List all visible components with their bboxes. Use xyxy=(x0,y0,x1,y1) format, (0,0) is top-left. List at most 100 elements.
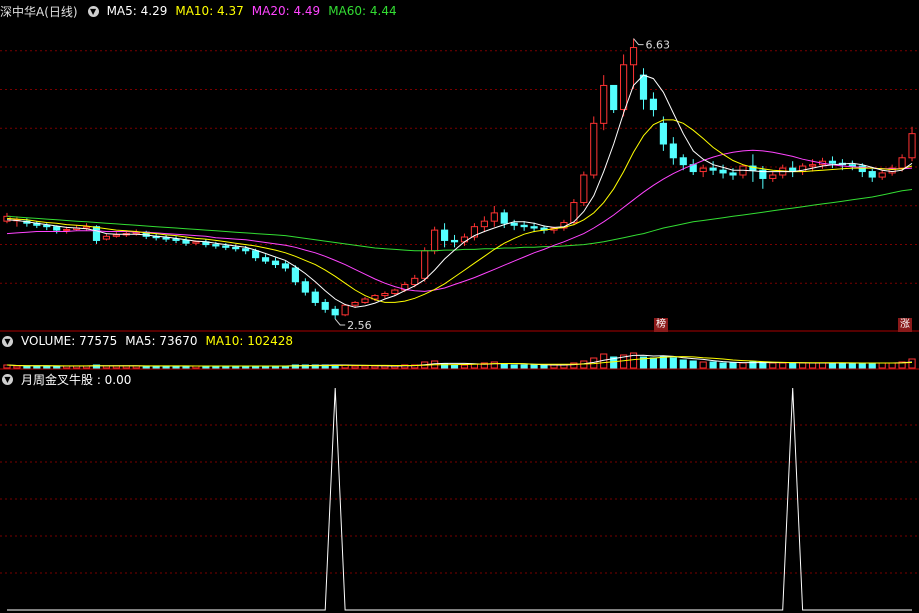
volume-bar xyxy=(828,362,837,369)
price-annotation: 6.63 xyxy=(646,39,671,52)
volume-bar xyxy=(460,364,469,369)
volume-bar xyxy=(669,357,677,369)
candle-body xyxy=(480,220,488,228)
candle-body xyxy=(649,98,658,111)
candle-body xyxy=(331,308,339,316)
candle-body xyxy=(242,248,250,252)
volume-bar xyxy=(838,362,846,369)
volume-bar xyxy=(689,360,697,369)
candle-body xyxy=(769,174,777,179)
candle-body xyxy=(381,292,389,297)
candle-body xyxy=(848,164,856,167)
candle-body xyxy=(291,267,299,283)
candle-body xyxy=(281,263,290,269)
candle-body xyxy=(699,167,707,173)
volume-bar xyxy=(351,365,359,369)
volume-bar xyxy=(858,362,866,369)
candle-body xyxy=(500,212,508,224)
volume-bar xyxy=(490,361,498,369)
candle-body xyxy=(311,291,319,303)
candle-body xyxy=(440,229,449,241)
candle-body xyxy=(182,239,190,244)
candle-body xyxy=(421,250,429,279)
candle-body xyxy=(232,246,240,250)
candle-body xyxy=(43,224,51,228)
volume-bar xyxy=(450,364,459,369)
volume-bar xyxy=(23,365,31,369)
volume-bar xyxy=(888,362,896,369)
volume-bar xyxy=(848,362,856,369)
candle-body xyxy=(878,172,886,178)
candle-body xyxy=(639,74,648,100)
volume-bar xyxy=(540,364,548,369)
candle-body xyxy=(719,169,727,174)
volume-bar xyxy=(808,362,817,369)
candle-body xyxy=(271,260,280,266)
price-annotation: 2.56 xyxy=(347,319,372,332)
candle-body xyxy=(709,167,717,171)
candle-body xyxy=(908,133,916,159)
volume-bar xyxy=(789,362,797,369)
candle-body xyxy=(212,244,220,247)
candle-body xyxy=(679,157,687,166)
volume-bar xyxy=(500,363,508,369)
candle-body xyxy=(610,84,618,111)
candle-body xyxy=(222,245,230,248)
candle-body xyxy=(112,234,120,237)
candle-body xyxy=(530,226,538,229)
volume-bar xyxy=(679,359,687,369)
candle-body xyxy=(600,84,608,124)
volume-bar xyxy=(878,362,886,369)
candle-body xyxy=(450,239,459,243)
candle-body xyxy=(301,281,309,293)
candle-body xyxy=(391,289,399,294)
volume-bar xyxy=(361,365,369,369)
candle-body xyxy=(520,224,528,228)
candle-body xyxy=(53,226,61,231)
annotation-leader xyxy=(334,318,346,326)
candle-body xyxy=(898,157,906,169)
volume-bar xyxy=(739,362,747,369)
volume-bar xyxy=(520,364,528,369)
candle-body xyxy=(868,171,876,178)
annotation-leader xyxy=(633,38,644,46)
candle-body xyxy=(510,222,518,226)
volume-bar xyxy=(719,362,727,369)
candle-body xyxy=(252,250,260,259)
stock-chart[interactable]: 6.63 2.56 xyxy=(0,0,919,613)
volume-bar xyxy=(818,362,827,369)
volume-bar xyxy=(729,362,737,369)
volume-bar xyxy=(799,362,807,369)
volume-bar xyxy=(908,358,916,369)
ma10-line xyxy=(6,119,913,303)
candle-body xyxy=(172,238,180,241)
candle-body xyxy=(629,47,638,66)
rank-badge[interactable]: 榜 xyxy=(654,318,668,332)
candle-body xyxy=(460,236,469,243)
candle-body xyxy=(828,160,837,164)
candle-body xyxy=(411,277,419,286)
candle-body xyxy=(63,228,71,231)
candle-body xyxy=(261,257,270,262)
candle-body xyxy=(92,226,101,241)
limit-up-badge[interactable]: 涨 xyxy=(898,318,912,332)
candle-body xyxy=(490,212,498,222)
ma5-line xyxy=(6,74,913,308)
candle-body xyxy=(192,241,200,244)
candle-body xyxy=(82,226,91,229)
candle-body xyxy=(351,301,359,306)
volume-bar xyxy=(371,365,379,369)
candle-body xyxy=(729,172,737,176)
candle-body xyxy=(321,301,329,310)
volume-bar xyxy=(649,357,658,369)
volume-bar xyxy=(868,362,876,369)
volume-bar xyxy=(33,365,41,369)
candle-body xyxy=(102,235,111,240)
candle-body xyxy=(361,298,369,303)
volume-bar xyxy=(779,362,787,369)
candle-body xyxy=(341,304,349,316)
candle-body xyxy=(162,237,170,240)
candle-body xyxy=(590,122,598,176)
candle-body xyxy=(620,64,628,111)
candle-body xyxy=(659,122,667,145)
